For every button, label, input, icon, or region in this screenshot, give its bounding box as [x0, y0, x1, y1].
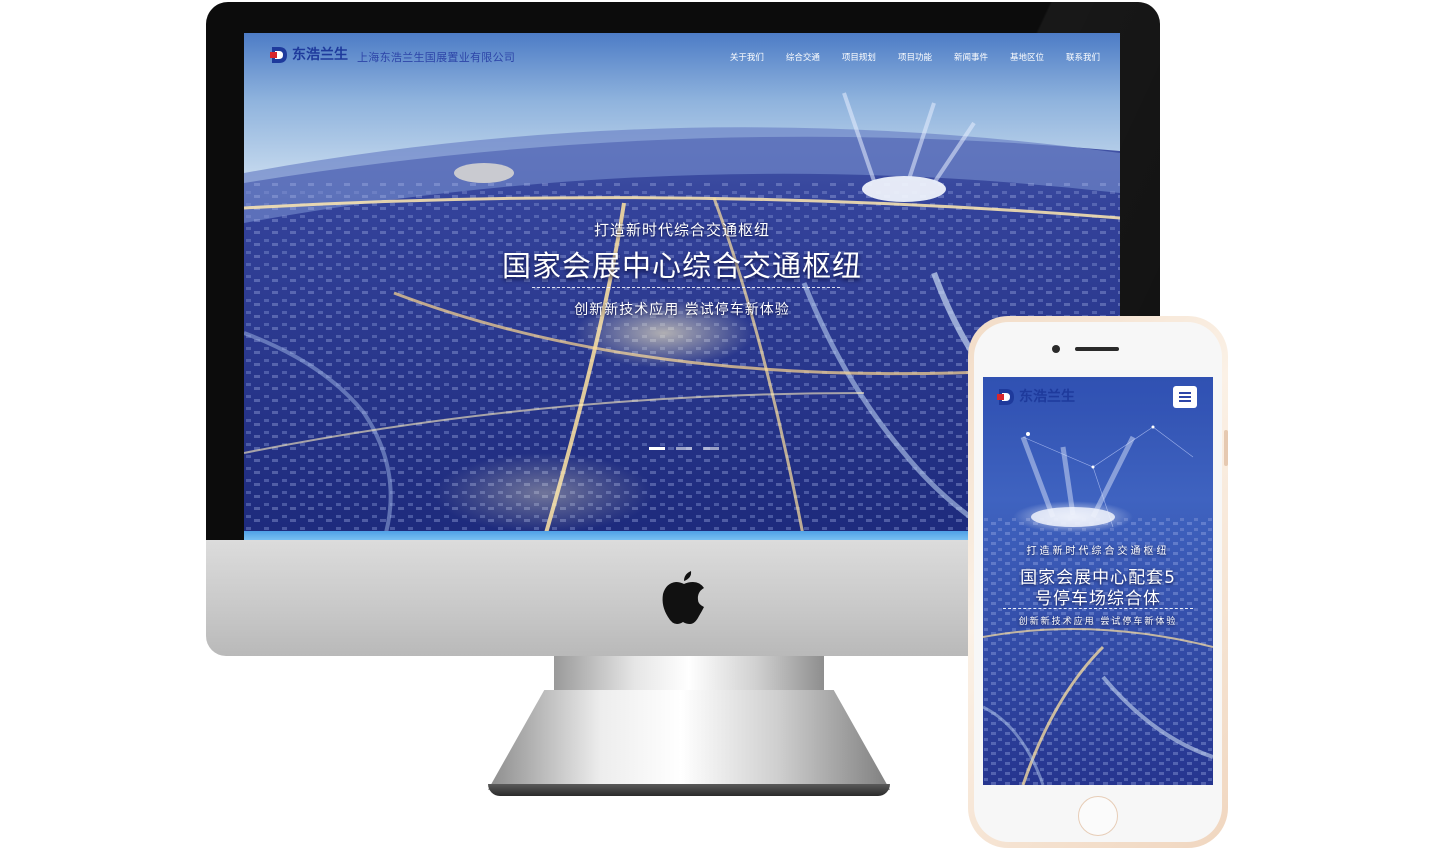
brand-logo[interactable]: 东浩兰生 — [270, 45, 348, 65]
main-nav: 关于我们 综合交通 项目规划 项目功能 新闻事件 基地区位 联系我们 — [708, 51, 1100, 63]
phone-home-button[interactable] — [1078, 796, 1118, 836]
phone-camera-icon — [1052, 345, 1060, 353]
hero-subtitle: 创新新技术应用 尝试停车新体验 — [574, 302, 790, 318]
imac-stand — [488, 690, 890, 790]
hamburger-menu-icon[interactable] — [1173, 386, 1197, 408]
brand-mark-icon — [270, 45, 288, 65]
company-name: 上海东浩兰生国展置业有限公司 — [357, 51, 516, 64]
mobile-brand-mark-icon — [997, 387, 1015, 407]
mobile-website-screen: 东浩兰生 打造新时代综合交通枢纽 国家会展中心配套5 号停车场综合体 创新新技术… — [983, 377, 1213, 785]
mobile-brand-name: 东浩兰生 — [1019, 389, 1075, 405]
hero-tagline: 打造新时代综合交通枢纽 — [593, 221, 770, 239]
slider-dot-2[interactable] — [676, 447, 692, 450]
nav-planning[interactable]: 项目规划 — [842, 51, 876, 63]
apple-logo-icon — [662, 571, 704, 624]
hero-title: 国家会展中心综合交通枢纽 — [501, 249, 862, 283]
nav-functions[interactable]: 项目功能 — [898, 51, 932, 63]
site-header: 东浩兰生 上海东浩兰生国展置业有限公司 关于我们 综合交通 项目规划 项目功能 … — [244, 33, 1120, 79]
hero-divider — [532, 287, 840, 288]
phone-speaker — [1075, 347, 1119, 351]
mobile-hero-divider — [1003, 608, 1193, 609]
imac-stand-neck — [554, 656, 824, 690]
nav-contact[interactable]: 联系我们 — [1066, 51, 1100, 63]
mobile-hero-subtitle: 创新新技术应用 尝试停车新体验 — [1018, 617, 1178, 627]
slider-pagination — [649, 447, 730, 450]
nav-transport[interactable]: 综合交通 — [786, 51, 820, 63]
imac-stand-base — [488, 784, 890, 796]
nav-about[interactable]: 关于我们 — [730, 51, 764, 63]
mobile-brand-logo[interactable]: 东浩兰生 — [997, 387, 1075, 407]
device-mockup-stage: 东浩兰生 上海东浩兰生国展置业有限公司 关于我们 综合交通 项目规划 项目功能 … — [0, 0, 1440, 848]
phone-side-button — [1224, 430, 1228, 466]
slider-dot-1[interactable] — [649, 447, 665, 450]
mobile-hero-title-line2: 号停车场综合体 — [1035, 589, 1161, 609]
nav-location[interactable]: 基地区位 — [1010, 51, 1044, 63]
brand-name: 东浩兰生 — [292, 47, 348, 63]
nav-news[interactable]: 新闻事件 — [954, 51, 988, 63]
mobile-hero-tagline: 打造新时代综合交通枢纽 — [1026, 546, 1170, 557]
slider-dot-3[interactable] — [703, 447, 719, 450]
